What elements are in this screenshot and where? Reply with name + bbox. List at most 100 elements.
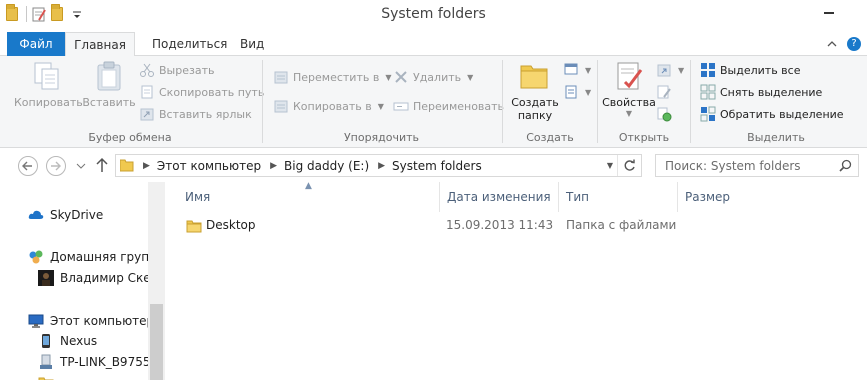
- paste-shortcut-icon: [139, 106, 155, 122]
- up-button[interactable]: [95, 157, 109, 176]
- refresh-button[interactable]: [617, 155, 641, 176]
- chevron-down-icon: ▼: [585, 87, 592, 97]
- new-folder-label-line1: Создать: [511, 96, 559, 109]
- ribbon-tabs: Файл Главная Поделиться Вид ?: [0, 32, 867, 57]
- history-icon: [656, 106, 672, 122]
- chevron-down-icon[interactable]: ▼: [607, 161, 613, 170]
- forward-button[interactable]: [46, 156, 66, 176]
- table-row[interactable]: Desktop 15.09.2013 11:43 Папка с файлами: [179, 215, 867, 237]
- new-item-button[interactable]: ▼: [563, 60, 591, 80]
- column-header-date[interactable]: Дата изменения: [440, 182, 559, 212]
- nav-item-label: Nexus: [60, 334, 98, 348]
- paste-button[interactable]: Вставить: [82, 60, 136, 109]
- copy-icon: [31, 60, 63, 92]
- tab-share[interactable]: Поделиться: [140, 32, 239, 56]
- nav-item-tplink[interactable]: TP-LINK_B9755A: [38, 354, 159, 370]
- column-header-name[interactable]: Имя: [178, 182, 440, 212]
- ribbon: Копировать Вставить Вырезать Скопировать…: [0, 56, 867, 148]
- tab-home[interactable]: Главная: [65, 32, 135, 57]
- chevron-right-icon[interactable]: ▶: [378, 161, 385, 171]
- file-type: Папка с файлами: [566, 218, 677, 232]
- edit-icon: [656, 84, 672, 100]
- new-folder-button[interactable]: Создать папку: [509, 60, 561, 122]
- copy-to-icon: [273, 98, 289, 114]
- new-folder-label-line2: папку: [517, 109, 553, 122]
- chevron-down-icon: ▼: [678, 65, 685, 75]
- tab-file[interactable]: Файл: [7, 32, 65, 56]
- paste-shortcut-label: Вставить ярлык: [159, 107, 252, 121]
- group-new: Создать папку ▼ ▼ Создать: [503, 56, 597, 148]
- nav-item-partial[interactable]: [38, 375, 54, 380]
- folder-icon: [38, 375, 54, 380]
- group-label-new: Создать: [526, 131, 574, 144]
- computer-icon: [28, 313, 44, 329]
- delete-label: Удалить: [413, 70, 462, 84]
- nav-item-label: TP-LINK_B9755A: [60, 355, 159, 369]
- move-to-button[interactable]: Переместить в ▼: [273, 67, 392, 87]
- cut-label: Вырезать: [159, 63, 215, 77]
- address-bar[interactable]: ▶ Этот компьютер ▶ Big daddy (E:) ▶ Syst…: [115, 154, 642, 177]
- breadcrumb-drive[interactable]: Big daddy (E:): [284, 159, 369, 173]
- breadcrumb-current-folder[interactable]: System folders: [392, 159, 482, 173]
- properties-icon: [613, 60, 645, 92]
- edit-button[interactable]: [656, 82, 672, 102]
- avatar: [38, 270, 54, 286]
- select-none-label: Снять выделение: [720, 85, 823, 99]
- group-organize: Переместить в ▼ Копировать в ▼ Удалить ▼ Пе…: [263, 56, 504, 148]
- title-bar: System folders: [0, 0, 867, 32]
- breadcrumb-this-pc[interactable]: Этот компьютер: [157, 159, 261, 173]
- rename-button[interactable]: Переименовать: [393, 96, 504, 116]
- open-button[interactable]: ▼: [656, 60, 684, 80]
- select-none-button[interactable]: Снять выделение: [700, 82, 822, 102]
- navigation-pane: SkyDrive Домашняя группа Владимир Скесо …: [0, 182, 165, 380]
- recent-locations-button[interactable]: [76, 160, 86, 174]
- history-button[interactable]: [656, 104, 672, 124]
- nav-item-this-pc[interactable]: Этот компьютер: [28, 313, 154, 329]
- chevron-down-icon: ▼: [467, 72, 474, 82]
- phone-icon: [38, 333, 54, 349]
- chevron-down-icon: ▼: [377, 101, 384, 111]
- group-label-open: Открыть: [618, 131, 670, 144]
- column-header-size[interactable]: Размер: [678, 182, 768, 212]
- search-icon: [839, 159, 852, 172]
- nav-item-homegroup-user[interactable]: Владимир Скесо: [38, 270, 165, 286]
- scissors-icon: [139, 62, 155, 78]
- column-header-type[interactable]: Тип: [559, 182, 678, 212]
- nav-scrollbar[interactable]: [148, 182, 165, 380]
- file-date: 15.09.2013 11:43: [446, 218, 554, 232]
- folder-icon: [119, 159, 134, 172]
- chevron-right-icon: ▶: [143, 160, 150, 171]
- arrow-right-icon: [51, 161, 61, 171]
- chevron-down-icon: ▼: [625, 109, 633, 118]
- copy-to-button[interactable]: Копировать в ▼: [273, 96, 384, 116]
- back-button[interactable]: [18, 156, 38, 176]
- nav-item-homegroup[interactable]: Домашняя группа: [28, 249, 164, 265]
- move-to-icon: [273, 69, 289, 85]
- minimize-button[interactable]: [812, 0, 846, 20]
- copy-path-button[interactable]: Скопировать путь: [139, 82, 264, 102]
- nav-item-nexus[interactable]: Nexus: [38, 333, 97, 349]
- file-name: Desktop: [206, 218, 256, 232]
- cut-button[interactable]: Вырезать: [139, 60, 214, 80]
- copy-path-label: Скопировать путь: [159, 85, 265, 99]
- open-icon: [656, 62, 672, 78]
- properties-button[interactable]: Свойства ▼: [600, 60, 658, 118]
- help-icon[interactable]: ?: [847, 37, 861, 51]
- delete-button[interactable]: Удалить ▼: [393, 67, 473, 87]
- copy-button[interactable]: Копировать: [14, 60, 83, 109]
- tab-view[interactable]: Вид: [228, 32, 276, 56]
- copy-path-icon: [139, 84, 155, 100]
- easy-access-button[interactable]: ▼: [563, 82, 591, 102]
- file-list: ▲ Имя Дата изменения Тип Размер Desktop …: [165, 181, 867, 380]
- select-all-button[interactable]: Выделить все: [700, 60, 800, 80]
- paste-icon: [93, 60, 125, 92]
- scrollbar-thumb[interactable]: [150, 304, 163, 380]
- chevron-right-icon[interactable]: ▶: [270, 161, 277, 171]
- search-input[interactable]: Поиск: System folders: [655, 154, 859, 177]
- chevron-up-icon[interactable]: [827, 38, 837, 48]
- refresh-icon: [624, 159, 635, 171]
- paste-shortcut-button[interactable]: Вставить ярлык: [139, 104, 252, 124]
- nav-item-skydrive[interactable]: SkyDrive: [28, 207, 103, 223]
- invert-selection-button[interactable]: Обратить выделение: [700, 104, 844, 124]
- group-label-organize: Упорядочить: [343, 131, 420, 144]
